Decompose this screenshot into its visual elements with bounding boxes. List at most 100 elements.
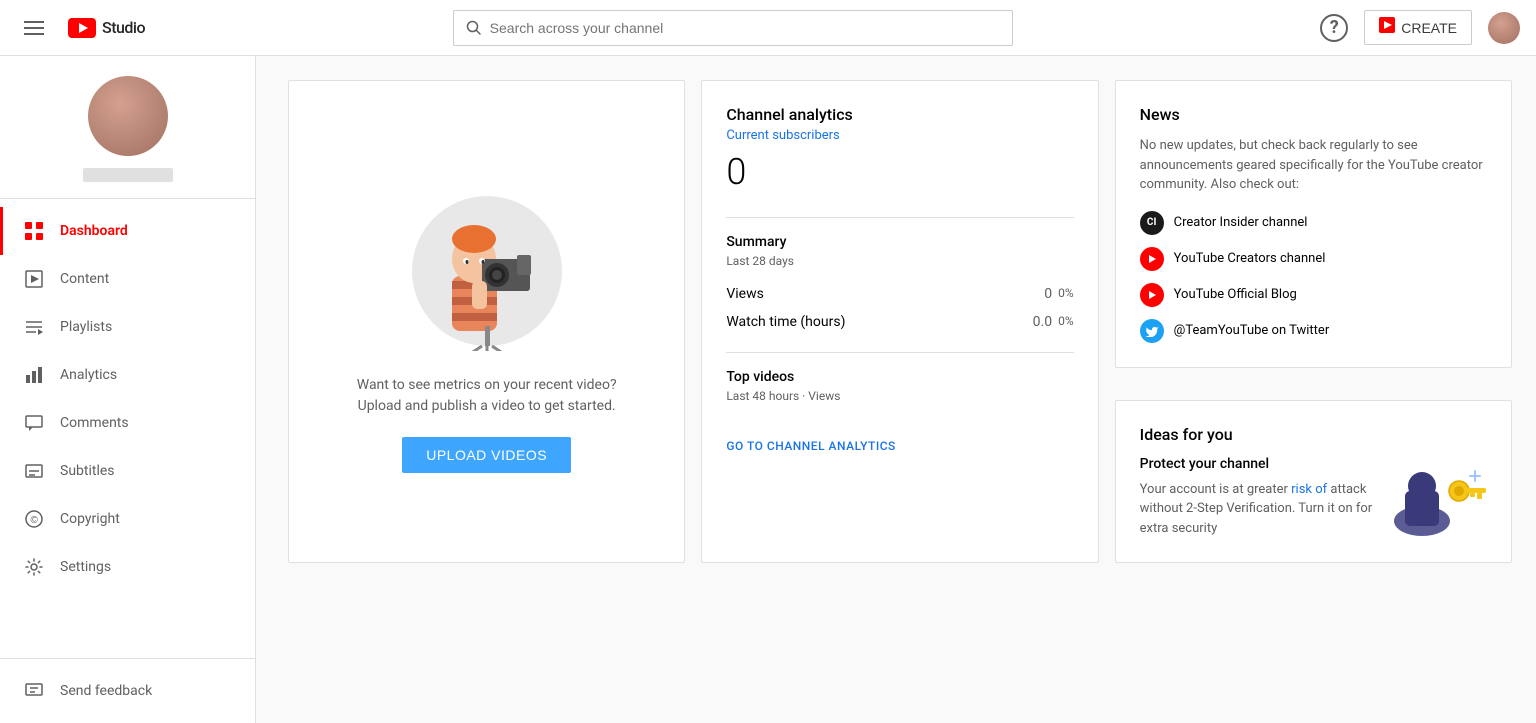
ideas-title: Ideas for you	[1140, 425, 1487, 444]
avatar-image	[1488, 12, 1520, 44]
ideas-card: Ideas for you Protect your channel Your …	[1115, 400, 1512, 564]
sidebar-content-label: Content	[60, 271, 109, 287]
watchtime-value: 0.0 0%	[1033, 314, 1074, 330]
divider-2	[726, 352, 1073, 353]
sidebar-comments-label: Comments	[60, 415, 129, 431]
news-link-creator-insider[interactable]: CI Creator Insider channel	[1140, 211, 1487, 235]
copyright-icon: ©	[24, 509, 44, 529]
sidebar-item-playlists[interactable]: Playlists	[0, 303, 255, 351]
header: Studio ? CREATE	[0, 0, 1536, 56]
sidebar-footer: Send feedback	[0, 658, 255, 723]
right-column: News No new updates, but check back regu…	[1115, 80, 1512, 563]
sidebar-avatar[interactable]	[88, 76, 168, 156]
watchtime-pct: 0%	[1058, 314, 1074, 330]
search-icon	[466, 20, 482, 36]
sidebar-item-feedback[interactable]: Send feedback	[0, 667, 255, 715]
sidebar-playlists-label: Playlists	[60, 319, 112, 335]
sidebar-subtitles-label: Subtitles	[60, 463, 115, 479]
twitter-icon	[1140, 319, 1164, 343]
twitter-label: @TeamYouTube on Twitter	[1174, 323, 1330, 338]
analytics-title: Channel analytics	[726, 105, 1073, 124]
sidebar-item-comments[interactable]: Comments	[0, 399, 255, 447]
news-title: News	[1140, 105, 1487, 124]
views-label: Views	[726, 286, 764, 302]
sidebar-dashboard-label: Dashboard	[60, 223, 128, 239]
create-button[interactable]: CREATE	[1364, 10, 1472, 45]
news-card: News No new updates, but check back regu…	[1115, 80, 1512, 368]
divider-1	[726, 217, 1073, 218]
risk-link[interactable]: risk of	[1291, 482, 1327, 497]
top-videos-period: Last 48 hours · Views	[726, 389, 1073, 403]
yt-blog-icon	[1140, 283, 1164, 307]
summary-label: Summary	[726, 234, 1073, 250]
sidebar-item-copyright[interactable]: © Copyright	[0, 495, 255, 543]
watchtime-label: Watch time (hours)	[726, 314, 845, 330]
search-form	[453, 10, 1013, 46]
search-input[interactable]	[490, 20, 1000, 36]
comments-icon	[24, 413, 44, 433]
yt-creators-icon	[1140, 247, 1164, 271]
sidebar-item-content[interactable]: Content	[0, 255, 255, 303]
svg-text:©: ©	[31, 515, 39, 526]
sidebar-item-settings[interactable]: Settings	[0, 543, 255, 591]
subtitles-icon	[24, 461, 44, 481]
create-icon	[1379, 17, 1395, 38]
camera-icon	[1379, 17, 1395, 33]
views-pct: 0%	[1058, 286, 1074, 302]
sidebar-analytics-label: Analytics	[60, 367, 117, 383]
playlists-icon	[24, 317, 44, 337]
videographer-illustration	[397, 171, 577, 351]
yt-creators-label: YouTube Creators channel	[1174, 251, 1326, 266]
upload-text-line1: Want to see metrics on your recent video…	[357, 377, 617, 393]
subscribers-label: Current subscribers	[726, 128, 1073, 143]
top-videos-label: Top videos	[726, 369, 1073, 385]
ideas-text: Your account is at greater risk of attac…	[1140, 480, 1375, 539]
news-link-twitter[interactable]: @TeamYouTube on Twitter	[1140, 319, 1487, 343]
content-icon	[24, 269, 44, 289]
views-value: 0 0%	[1044, 286, 1073, 302]
sidebar-channel-name	[83, 168, 173, 182]
menu-button[interactable]	[16, 13, 52, 43]
create-label: CREATE	[1401, 20, 1457, 36]
settings-icon	[24, 557, 44, 577]
sidebar-profile	[0, 56, 255, 199]
analytics-card: Channel analytics Current subscribers 0 …	[701, 80, 1098, 563]
sidebar: Dashboard Content Playlists	[0, 56, 256, 723]
header-search	[145, 10, 1320, 46]
news-link-yt-blog[interactable]: YouTube Official Blog	[1140, 283, 1487, 307]
help-button[interactable]: ?	[1320, 14, 1348, 42]
go-to-analytics-link[interactable]: GO TO CHANNEL ANALYTICS	[726, 439, 896, 453]
news-link-yt-creators[interactable]: YouTube Creators channel	[1140, 247, 1487, 271]
watchtime-row: Watch time (hours) 0.0 0%	[726, 308, 1073, 336]
sidebar-settings-label: Settings	[60, 559, 111, 575]
sidebar-copyright-label: Copyright	[60, 511, 120, 527]
main-content: Channel dashboard	[256, 0, 1536, 667]
security-illustration	[1387, 456, 1487, 536]
user-avatar[interactable]	[1488, 12, 1520, 44]
sidebar-item-subtitles[interactable]: Subtitles	[0, 447, 255, 495]
logo[interactable]: Studio	[68, 18, 145, 38]
creator-insider-label: Creator Insider channel	[1174, 215, 1308, 230]
yt-blog-label: YouTube Official Blog	[1174, 287, 1297, 302]
sidebar-item-dashboard[interactable]: Dashboard	[0, 207, 255, 255]
header-left: Studio	[16, 13, 145, 43]
views-row: Views 0 0%	[726, 280, 1073, 308]
sidebar-item-analytics[interactable]: Analytics	[0, 351, 255, 399]
upload-text-line2: Upload and publish a video to get starte…	[358, 398, 616, 414]
watchtime-count: 0.0	[1033, 314, 1052, 330]
sidebar-nav: Dashboard Content Playlists	[0, 199, 255, 658]
summary-period: Last 28 days	[726, 254, 1073, 268]
upload-text: Want to see metrics on your recent video…	[357, 375, 617, 417]
dashboard-grid: Want to see metrics on your recent video…	[288, 80, 1512, 563]
views-count: 0	[1044, 286, 1052, 302]
logo-text: Studio	[102, 18, 145, 37]
sidebar-feedback-label: Send feedback	[60, 683, 152, 699]
upload-illustration	[397, 171, 577, 351]
dashboard-icon	[24, 221, 44, 241]
header-right: ? CREATE	[1320, 10, 1520, 45]
analytics-icon	[24, 365, 44, 385]
protect-title: Protect your channel	[1140, 456, 1375, 472]
creator-insider-icon: CI	[1140, 211, 1164, 235]
upload-videos-button[interactable]: UPLOAD VIDEOS	[402, 437, 571, 473]
news-description: No new updates, but check back regularly…	[1140, 136, 1487, 195]
